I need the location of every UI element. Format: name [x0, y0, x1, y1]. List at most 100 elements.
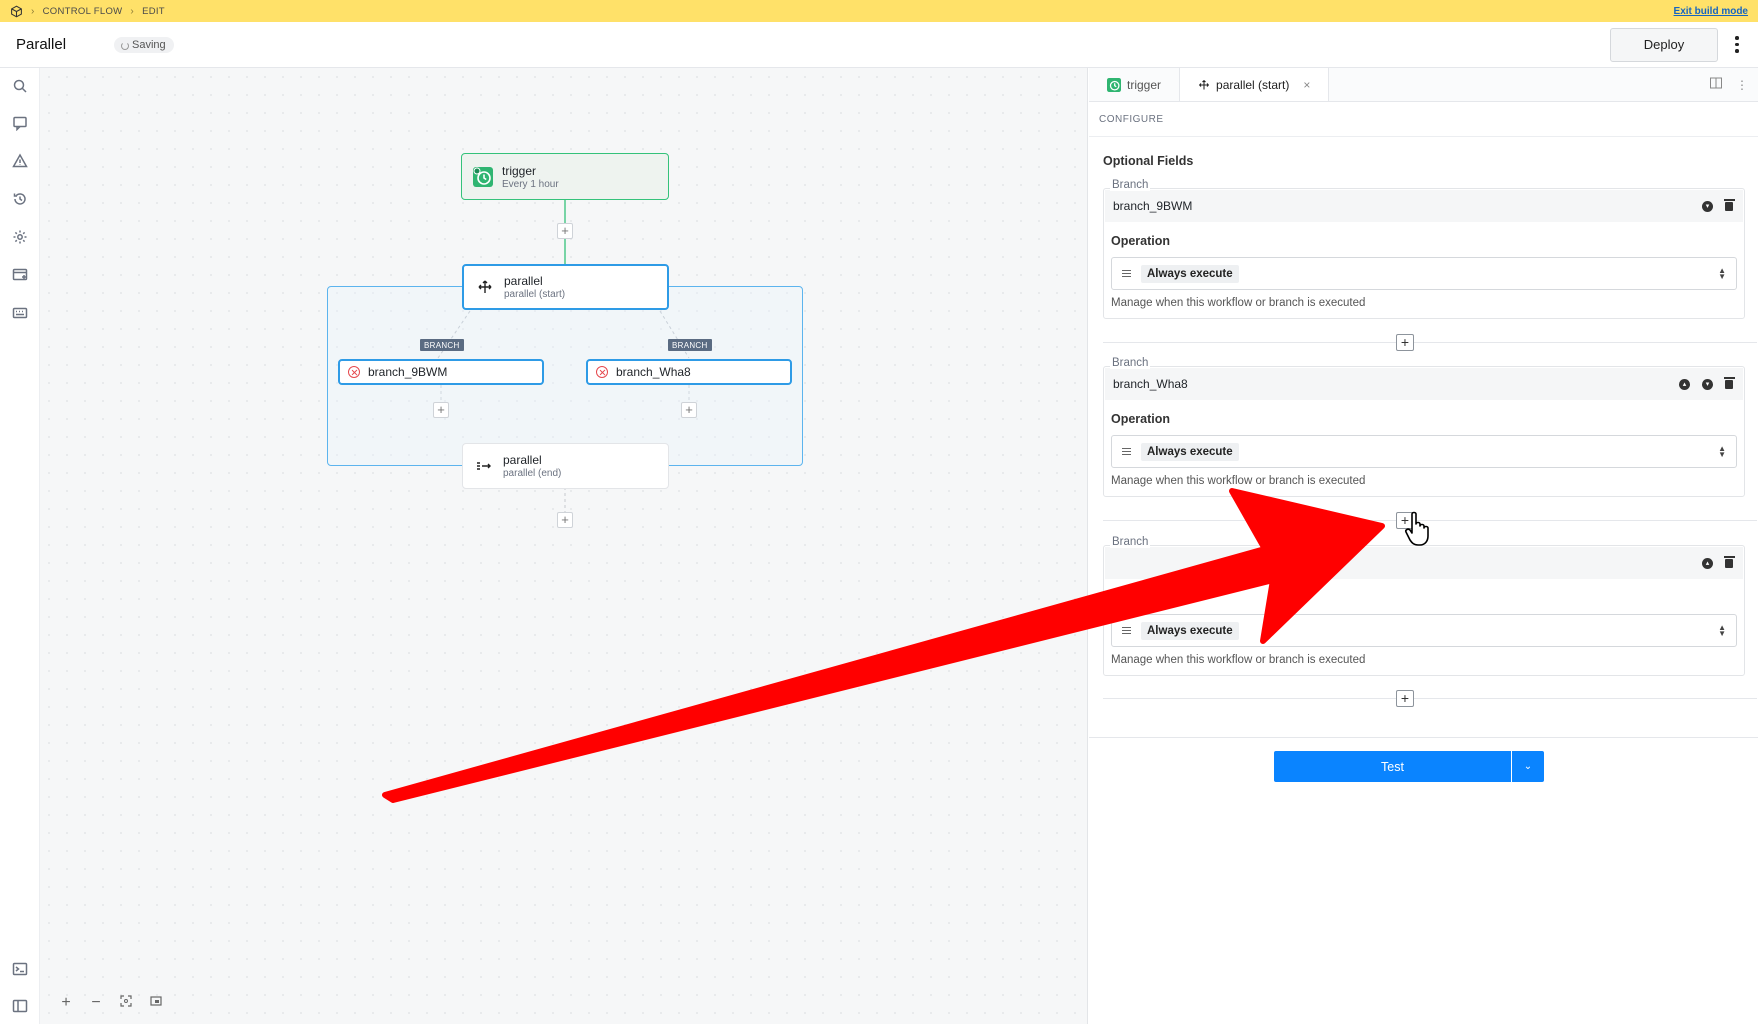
- add-step-button[interactable]: +: [681, 402, 697, 418]
- tab-label: parallel (start): [1216, 77, 1290, 92]
- branch-field-label: Branch: [1110, 357, 1151, 369]
- node-subtitle: parallel (start): [504, 289, 566, 300]
- optional-fields-heading: Optional Fields: [1103, 154, 1194, 168]
- operation-value: Always execute: [1141, 621, 1239, 640]
- exit-build-mode-link[interactable]: Exit build mode: [1674, 6, 1748, 17]
- branch-card: Branch branch_Wha8 ▴ ▾ Operation Always …: [1103, 357, 1745, 497]
- delete-icon[interactable]: [1723, 377, 1735, 389]
- add-step-button[interactable]: +: [433, 402, 449, 418]
- workflow-title[interactable]: Parallel: [16, 36, 66, 53]
- workflow-canvas[interactable]: trigger Every 1 hour + parallel parallel…: [40, 68, 1088, 1024]
- tab-label: trigger: [1127, 77, 1162, 92]
- tab-parallel-start[interactable]: parallel (start) ×: [1180, 68, 1330, 101]
- delete-icon[interactable]: [1723, 556, 1735, 568]
- move-up-icon[interactable]: ▴: [1679, 378, 1690, 390]
- operation-select[interactable]: Always execute ▲ ▼: [1111, 614, 1737, 647]
- panel-layout-icon[interactable]: [12, 998, 28, 1014]
- split-view-icon[interactable]: [1710, 77, 1722, 92]
- add-branch-button[interactable]: +: [1396, 690, 1414, 707]
- branch-name-field[interactable]: branch_9BWM ▾: [1105, 190, 1743, 222]
- delete-icon[interactable]: [1723, 199, 1735, 211]
- node-title: parallel: [504, 274, 543, 288]
- warning-icon[interactable]: [12, 153, 28, 169]
- branch-field-label: Branch: [1110, 179, 1151, 191]
- node-subtitle: Every 1 hour: [502, 178, 559, 190]
- operation-select[interactable]: Always execute ▲ ▼: [1111, 435, 1737, 468]
- parallel-merge-icon: [473, 455, 495, 477]
- branch-tag: BRANCH: [420, 339, 464, 351]
- branch-node-wha8[interactable]: branch_Wha8: [586, 359, 792, 385]
- breadcrumb-control-flow[interactable]: CONTROL FLOW: [43, 6, 123, 17]
- zoom-out-icon[interactable]: −: [88, 994, 104, 1012]
- parallel-end-node[interactable]: parallel parallel (end): [462, 443, 669, 489]
- divider: [1103, 698, 1757, 699]
- move-down-icon[interactable]: ▾: [1702, 200, 1713, 212]
- tab-trigger[interactable]: trigger: [1089, 68, 1181, 101]
- node-subtitle: parallel (end): [503, 468, 562, 479]
- branch-name-field[interactable]: branch_Wha8 ▴ ▾: [1105, 368, 1743, 400]
- chevron-down-icon[interactable]: ⌄: [1512, 751, 1544, 782]
- operation-label: Operation: [1111, 591, 1171, 605]
- operation-help-text: Manage when this workflow or branch is e…: [1111, 297, 1366, 309]
- chevron-right-icon: ›: [130, 5, 135, 17]
- close-tab-icon[interactable]: ×: [1303, 78, 1310, 92]
- fit-view-icon[interactable]: [118, 994, 134, 1012]
- parallel-start-node[interactable]: parallel parallel (start): [462, 264, 669, 310]
- operation-label: Operation: [1111, 412, 1171, 426]
- breadcrumb-edit[interactable]: EDIT: [142, 6, 165, 17]
- cube-logo-icon[interactable]: [10, 5, 23, 18]
- saving-status-badge: Saving: [114, 36, 174, 53]
- node-title: trigger: [502, 163, 537, 178]
- move-down-icon[interactable]: ▾: [1702, 378, 1713, 390]
- more-options-icon[interactable]: ⋮: [1736, 78, 1748, 92]
- branch-card: Branch ▴ Operation Always execute ▲ ▼ Man…: [1103, 536, 1745, 676]
- search-icon[interactable]: [12, 78, 28, 94]
- branch-card: Branch branch_9BWM ▾ Operation Always ex…: [1103, 179, 1745, 319]
- error-icon: [348, 366, 360, 378]
- keyboard-icon[interactable]: [12, 305, 28, 321]
- gear-icon[interactable]: [12, 229, 28, 245]
- branch-name-value: branch_Wha8: [1113, 377, 1188, 391]
- operation-help-text: Manage when this workflow or branch is e…: [1111, 654, 1366, 666]
- move-up-icon[interactable]: ▴: [1702, 557, 1713, 569]
- add-step-button[interactable]: +: [557, 223, 573, 239]
- clock-trigger-icon: [472, 166, 494, 188]
- divider: [1103, 520, 1757, 521]
- branch-node-label: branch_9BWM: [368, 365, 448, 379]
- configure-section-header: CONFIGURE: [1089, 102, 1758, 137]
- terminal-icon[interactable]: [12, 961, 28, 977]
- error-icon: [596, 366, 608, 378]
- divider: [1103, 342, 1757, 343]
- operation-help-text: Manage when this workflow or branch is e…: [1111, 475, 1366, 487]
- minimap-icon[interactable]: [148, 994, 164, 1012]
- select-chevrons-icon: ▲ ▼: [1718, 622, 1726, 638]
- comment-icon[interactable]: [12, 115, 28, 132]
- add-step-button[interactable]: +: [557, 512, 573, 528]
- more-options-icon[interactable]: [1732, 35, 1742, 55]
- test-button[interactable]: Test: [1274, 751, 1511, 782]
- canvas-zoom-controls: + −: [58, 994, 164, 1012]
- select-chevrons-icon: ▲ ▼: [1718, 443, 1726, 459]
- breadcrumb: › CONTROL FLOW › EDIT: [10, 5, 165, 18]
- app-header: Parallel Saving Deploy: [0, 22, 1758, 68]
- app-window-icon[interactable]: [12, 267, 28, 283]
- history-icon[interactable]: [12, 191, 28, 207]
- config-panel: trigger parallel (start) × ⋮ CONFIGURE O…: [1089, 68, 1758, 1024]
- branch-name-field[interactable]: ▴: [1105, 547, 1743, 579]
- clock-trigger-icon: [1107, 77, 1121, 92]
- trigger-node[interactable]: trigger Every 1 hour: [461, 153, 669, 200]
- branch-node-9bwm[interactable]: branch_9BWM: [338, 359, 544, 385]
- edge-lines: [437, 200, 690, 518]
- select-chevrons-icon: ▲ ▼: [1718, 265, 1726, 281]
- deploy-button[interactable]: Deploy: [1610, 27, 1718, 62]
- operation-select[interactable]: Always execute ▲ ▼: [1111, 257, 1737, 290]
- add-branch-button[interactable]: +: [1396, 512, 1414, 529]
- list-icon: [1122, 448, 1131, 455]
- branch-tag: BRANCH: [668, 339, 712, 351]
- operation-label: Operation: [1111, 234, 1171, 248]
- parallel-split-icon: [474, 276, 496, 298]
- branch-node-label: branch_Wha8: [616, 365, 691, 379]
- add-branch-button[interactable]: +: [1396, 334, 1414, 351]
- zoom-in-icon[interactable]: +: [58, 994, 74, 1012]
- left-sidebar: [0, 68, 40, 1024]
